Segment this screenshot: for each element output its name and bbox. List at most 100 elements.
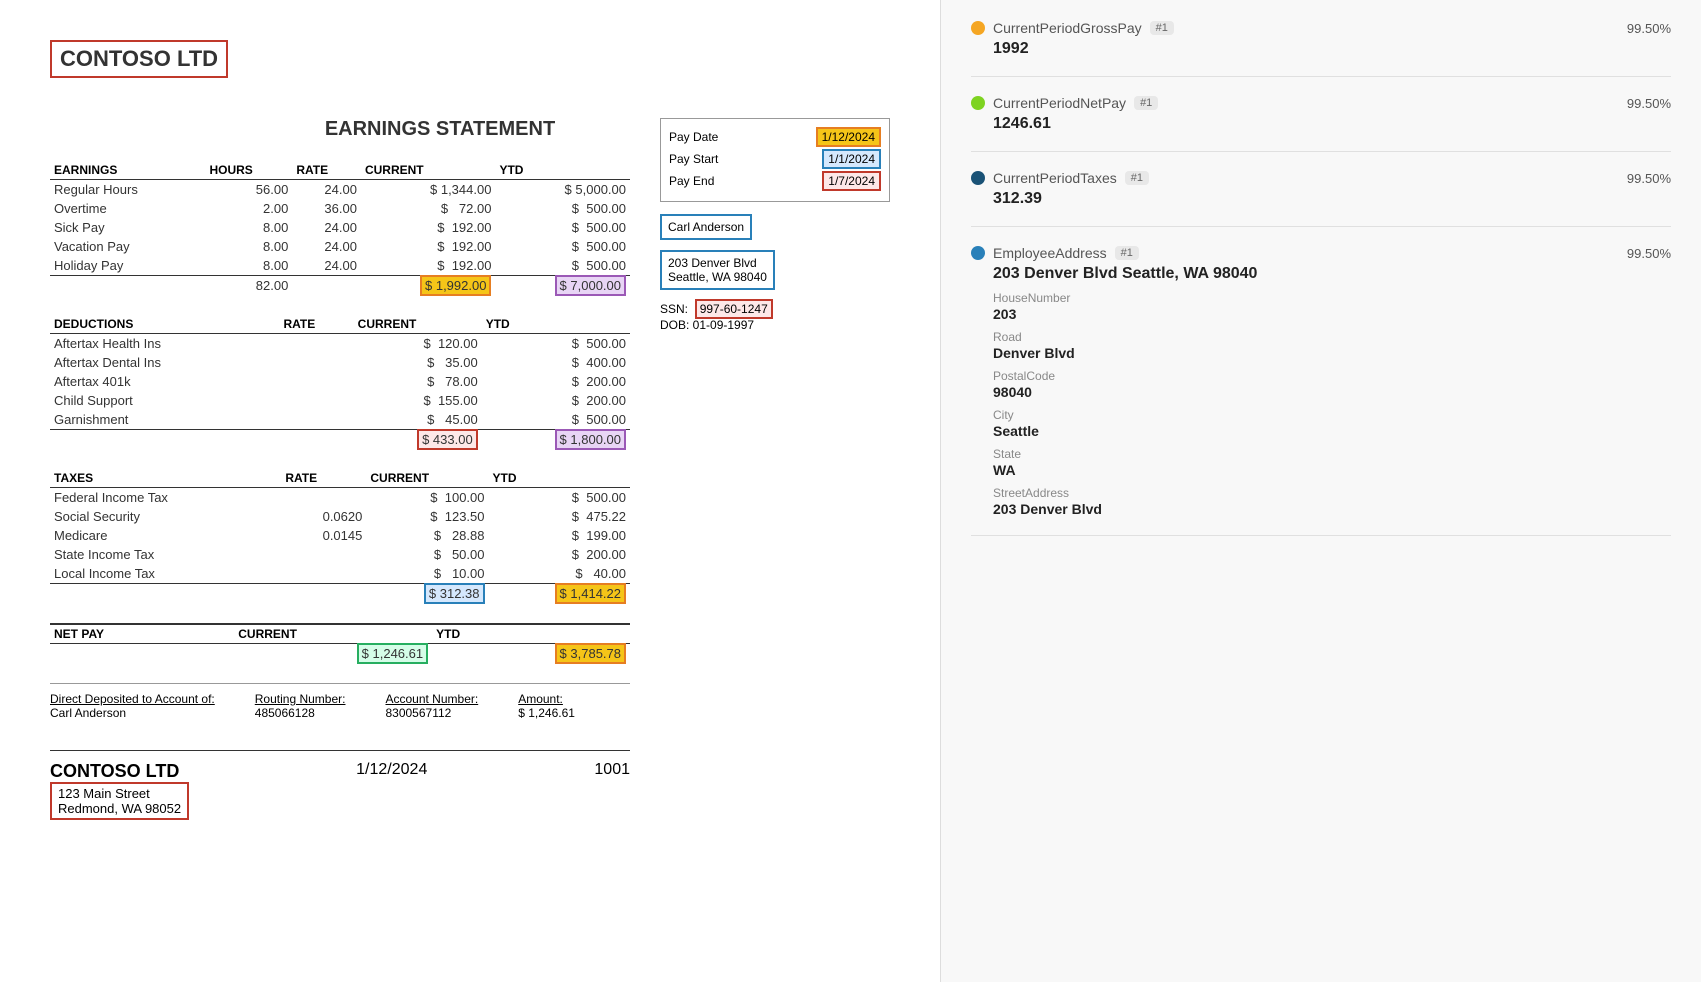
net-pay-dot <box>971 96 985 110</box>
employee-address-line1: 203 Denver Blvd <box>668 256 767 270</box>
field-header-taxes: CurrentPeriodTaxes #1 99.50% <box>971 170 1671 186</box>
fields-panel: CurrentPeriodGrossPay #1 99.50% 1992 Cur… <box>940 0 1701 982</box>
gross-pay-name: CurrentPeriodGrossPay <box>993 20 1142 36</box>
table-row: Medicare 0.0145 $ 28.88 $ 199.00 <box>50 526 630 545</box>
field-item-address: EmployeeAddress #1 99.50% 203 Denver Blv… <box>971 245 1671 536</box>
footer-address-line1: 123 Main Street <box>58 786 181 801</box>
footer-date: 1/12/2024 <box>356 761 427 779</box>
gross-pay-value: 1992 <box>993 40 1671 58</box>
pay-info-box: Pay Date 1/12/2024 Pay Start 1/1/2024 Pa… <box>660 118 890 202</box>
pay-date-row: Pay Date 1/12/2024 <box>669 127 881 147</box>
dd-routing: 485066128 <box>255 706 315 720</box>
taxes-field-value: 312.39 <box>993 190 1671 208</box>
taxes-table: TAXES RATE CURRENT YTD Federal Income Ta… <box>50 469 630 603</box>
pay-start-label: Pay Start <box>669 152 729 166</box>
sub-field-state: State WA <box>993 447 1671 478</box>
net-pay-field-value: 1246.61 <box>993 115 1671 133</box>
earnings-table: EARNINGS HOURS RATE CURRENT YTD Regular … <box>50 161 630 295</box>
company-name: CONTOSO LTD <box>50 40 228 78</box>
employee-address-box: 203 Denver Blvd Seattle, WA 98040 <box>660 250 775 290</box>
dd-amount: $ 1,246.61 <box>518 706 575 720</box>
net-pay-current-highlight: $ 1,246.61 <box>357 643 428 664</box>
table-row: Aftertax Health Ins $ 120.00 $ 500.00 <box>50 334 630 354</box>
city-value: Seattle <box>993 423 1671 439</box>
table-row: Aftertax 401k $ 78.00 $ 200.00 <box>50 372 630 391</box>
taxes-field-name: CurrentPeriodTaxes <box>993 170 1117 186</box>
deductions-subtotal-row: $ 433.00 $ 1,800.00 <box>50 430 630 450</box>
footer-check-number: 1001 <box>594 761 630 779</box>
ytd-total-highlight: $ 7,000.00 <box>555 275 626 296</box>
sub-field-house-number: HouseNumber 203 <box>993 291 1671 322</box>
dob-row: DOB: 01-09-1997 <box>660 318 890 332</box>
table-row: Local Income Tax $ 10.00 $ 40.00 <box>50 564 630 584</box>
table-row: Garnishment $ 45.00 $ 500.00 <box>50 410 630 430</box>
footer-left: CONTOSO LTD 123 Main Street Redmond, WA … <box>50 761 189 820</box>
street-address-value: 203 Denver Blvd <box>993 501 1671 517</box>
address-dot <box>971 246 985 260</box>
dd-routing-col: Routing Number: 485066128 <box>255 692 346 720</box>
taxes-dot <box>971 171 985 185</box>
postal-code-label: PostalCode <box>993 369 1671 383</box>
earnings-subtotal-row: 82.00 $ 1,992.00 $ 7,000.00 <box>50 276 630 296</box>
employee-address-line2: Seattle, WA 98040 <box>668 270 767 284</box>
taxes-confidence: 99.50% <box>1627 171 1671 186</box>
address-field-value: 203 Denver Blvd Seattle, WA 98040 <box>993 265 1671 283</box>
address-tag: #1 <box>1115 246 1139 260</box>
field-item-gross-pay: CurrentPeriodGrossPay #1 99.50% 1992 <box>971 20 1671 77</box>
current-col-header: CURRENT <box>361 161 495 180</box>
hours-col-header: HOURS <box>205 161 292 180</box>
taxes-subtotal-row: $ 312.38 $ 1,414.22 <box>50 584 630 604</box>
table-row: Overtime 2.00 36.00 $ 72.00 $ 500.00 <box>50 199 630 218</box>
table-row: Child Support $ 155.00 $ 200.00 <box>50 391 630 410</box>
dd-name: Carl Anderson <box>50 706 126 720</box>
dd-label: Direct Deposited to Account of: <box>50 692 215 706</box>
sub-field-street-address: StreetAddress 203 Denver Blvd <box>993 486 1671 517</box>
state-label: State <box>993 447 1671 461</box>
footer-address-box: 123 Main Street Redmond, WA 98052 <box>50 782 189 820</box>
taxes-ytd-highlight: $ 1,414.22 <box>555 583 626 604</box>
street-address-label: StreetAddress <box>993 486 1671 500</box>
document-panel: CONTOSO LTD EARNINGS STATEMENT EARNINGS … <box>0 0 940 982</box>
state-value: WA <box>993 462 1671 478</box>
dd-account: 8300567112 <box>385 706 451 720</box>
table-row: Sick Pay 8.00 24.00 $ 192.00 $ 500.00 <box>50 218 630 237</box>
field-header-address: EmployeeAddress #1 99.50% <box>971 245 1671 261</box>
address-confidence: 99.50% <box>1627 246 1671 261</box>
footer-address-line2: Redmond, WA 98052 <box>58 801 181 816</box>
table-row: State Income Tax $ 50.00 $ 200.00 <box>50 545 630 564</box>
sub-field-city: City Seattle <box>993 408 1671 439</box>
gross-pay-dot <box>971 21 985 35</box>
dd-name-col: Direct Deposited to Account of: Carl And… <box>50 692 215 720</box>
dd-amount-label: Amount: <box>518 692 575 706</box>
net-pay-table: NET PAY CURRENT YTD $ 1,246.61 <box>50 623 630 663</box>
field-header-net-pay: CurrentPeriodNetPay #1 99.50% <box>971 95 1671 111</box>
ssn-value: 997-60-1247 <box>695 299 773 319</box>
gross-pay-confidence: 99.50% <box>1627 21 1671 36</box>
table-row: Holiday Pay 8.00 24.00 $ 192.00 $ 500.00 <box>50 256 630 276</box>
pay-date-label: Pay Date <box>669 130 729 144</box>
table-row: Regular Hours 56.00 24.00 $ 1,344.00 $ 5… <box>50 180 630 200</box>
field-item-taxes: CurrentPeriodTaxes #1 99.50% 312.39 <box>971 170 1671 227</box>
doc-footer: CONTOSO LTD 123 Main Street Redmond, WA … <box>50 750 630 820</box>
table-row: Social Security 0.0620 $ 123.50 $ 475.22 <box>50 507 630 526</box>
address-field-name: EmployeeAddress <box>993 245 1107 261</box>
dd-routing-label: Routing Number: <box>255 692 346 706</box>
deductions-ytd-highlight: $ 1,800.00 <box>555 429 626 450</box>
road-value: Denver Blvd <box>993 345 1671 361</box>
earnings-statement-title: EARNINGS STATEMENT <box>250 118 630 141</box>
right-info-panel: Pay Date 1/12/2024 Pay Start 1/1/2024 Pa… <box>660 118 890 820</box>
ssn-label: SSN: <box>660 302 691 316</box>
dd-account-label: Account Number: <box>385 692 478 706</box>
pay-end-row: Pay End 1/7/2024 <box>669 171 881 191</box>
ssn-row: SSN: 997-60-1247 <box>660 302 890 316</box>
ytd-col-header: YTD <box>495 161 630 180</box>
field-item-net-pay: CurrentPeriodNetPay #1 99.50% 1246.61 <box>971 95 1671 152</box>
dd-account-col: Account Number: 8300567112 <box>385 692 478 720</box>
pay-date-value: 1/12/2024 <box>816 127 881 147</box>
deductions-table: DEDUCTIONS RATE CURRENT YTD Aftertax Hea… <box>50 315 630 449</box>
pay-start-row: Pay Start 1/1/2024 <box>669 149 881 169</box>
employee-name-box: Carl Anderson <box>660 214 752 240</box>
deductions-current-highlight: $ 433.00 <box>417 429 478 450</box>
postal-code-value: 98040 <box>993 384 1671 400</box>
direct-deposit-section: Direct Deposited to Account of: Carl And… <box>50 683 630 720</box>
